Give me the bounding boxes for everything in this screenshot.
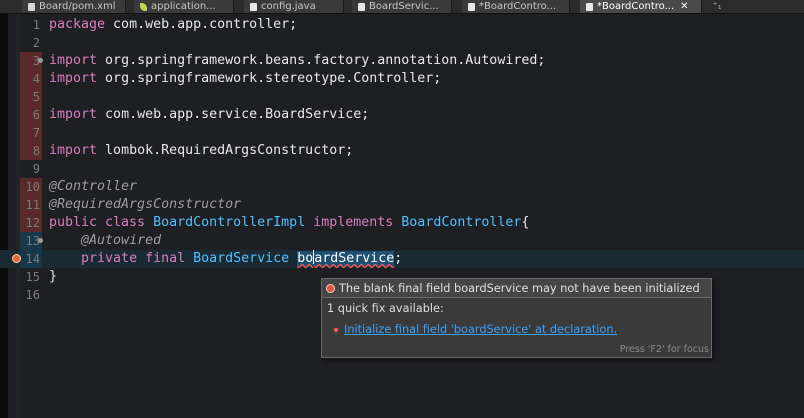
code-text: @Controller: [49, 178, 137, 196]
tooltip-header: The blank final field boardService may n…: [322, 279, 711, 298]
line-number: 1: [32, 18, 40, 32]
code-line: 10 @Controller: [0, 178, 804, 196]
fold-toggle-icon[interactable]: [38, 58, 43, 63]
code-text: package com.web.app.controller;: [49, 16, 297, 34]
keyword: private final: [81, 251, 186, 266]
tab-board-controller[interactable]: *BoardContro...: [462, 0, 570, 13]
code-token: org.springframework.stereotype.Controlle…: [97, 71, 442, 86]
editor-tab-strip: Board/pom.xml application... config.java…: [0, 0, 804, 14]
tab-board-service[interactable]: BoardServic...: [352, 0, 452, 13]
keyword: import: [49, 53, 98, 68]
java-file-icon: [468, 2, 475, 11]
code-token: org.springframework.beans.factory.annota…: [97, 53, 546, 68]
line-number: 8: [32, 144, 40, 158]
code-line: 11 @RequiredArgsConstructor: [0, 196, 804, 214]
java-file-icon: [586, 2, 593, 11]
code-text: @RequiredArgsConstructor: [49, 196, 241, 214]
tab-label: Board/pom.xml: [39, 1, 116, 12]
annotation: @Autowired: [81, 233, 162, 248]
annotation: @RequiredArgsConstructor: [49, 197, 242, 212]
tab-application[interactable]: application...: [134, 0, 234, 13]
code-text: import com.web.app.service.BoardService;: [49, 106, 369, 124]
line-number: 3: [32, 54, 40, 68]
identifier-part: bo: [297, 251, 314, 266]
fix-bullet-icon: [334, 327, 338, 332]
quick-fix-item[interactable]: Initialize final field 'boardService' at…: [334, 323, 617, 336]
quick-fix-tooltip[interactable]: The blank final field boardService may n…: [321, 278, 712, 358]
code-token: }: [49, 269, 58, 284]
code-token: {: [521, 215, 530, 230]
tab-label: *BoardContro...: [479, 1, 557, 12]
keyword: import: [49, 107, 98, 122]
tab-overflow-icon[interactable]: ⁺₁: [708, 0, 726, 13]
code-line: 8 import lombok.RequiredArgsConstructor;: [0, 142, 804, 160]
tab-label: config.java: [261, 1, 316, 12]
line-number: 15: [25, 270, 40, 284]
xml-file-icon: [28, 2, 35, 11]
tab-pom-xml[interactable]: Board/pom.xml: [22, 0, 126, 13]
code-line: 6 import com.web.app.service.BoardServic…: [0, 106, 804, 124]
code-line: 2: [0, 34, 804, 52]
code-line: 7: [0, 124, 804, 142]
identifier-part: ardService: [314, 251, 395, 266]
line-number: 9: [32, 162, 40, 176]
code-token: com.web.app.service.BoardService;: [97, 107, 370, 122]
tab-label: BoardServic...: [369, 1, 439, 12]
quick-fix-link[interactable]: Initialize final field 'boardService' at…: [344, 323, 617, 336]
code-text: import org.springframework.stereotype.Co…: [49, 70, 441, 88]
quick-fix-label: 1 quick fix available:: [327, 302, 444, 315]
line-number: 5: [32, 90, 40, 104]
error-marker-icon[interactable]: [12, 254, 21, 263]
line-number: 11: [25, 198, 40, 212]
line-number: 10: [25, 180, 40, 194]
code-line: 9: [0, 160, 804, 178]
java-file-icon: [250, 2, 257, 11]
code-text: import lombok.RequiredArgsConstructor;: [49, 142, 353, 160]
code-text: public class BoardControllerImpl impleme…: [49, 214, 529, 232]
tab-config-java[interactable]: config.java: [244, 0, 344, 13]
line-number: 7: [32, 126, 40, 140]
line-number: 13: [25, 234, 40, 248]
code-line: 1 package com.web.app.controller;: [0, 16, 804, 34]
annotation: @Controller: [49, 179, 138, 194]
error-message: The blank final field boardService may n…: [339, 281, 700, 295]
java-file-icon: [358, 2, 365, 11]
line-number: 12: [25, 216, 40, 230]
line-number: 2: [32, 36, 40, 50]
fold-toggle-icon[interactable]: [38, 238, 43, 243]
code-line-current: 14 private final BoardService boardServi…: [0, 250, 804, 268]
error-icon: [326, 283, 335, 293]
code-token: com.web.app.controller;: [105, 17, 298, 32]
tab-label: *BoardContro...: [597, 1, 675, 12]
line-number: 16: [25, 288, 40, 302]
keyword: public class: [49, 215, 146, 230]
code-token: ;: [394, 251, 403, 266]
code-line: 4 import org.springframework.stereotype.…: [0, 70, 804, 88]
keyword: implements: [313, 215, 394, 230]
spring-leaf-icon: [140, 2, 147, 11]
tab-board-controller-impl[interactable]: *BoardContro... ✕: [580, 0, 702, 13]
keyword: package: [49, 17, 106, 32]
keyword: import: [49, 71, 98, 86]
type-name: BoardService: [193, 251, 290, 266]
code-text: private final BoardService boardService;: [49, 250, 402, 268]
line-number: 6: [32, 108, 40, 122]
line-number: 4: [32, 72, 40, 86]
interface-name: BoardController: [401, 215, 522, 230]
code-text: @Autowired: [49, 232, 161, 250]
close-icon[interactable]: ✕: [680, 0, 688, 13]
tab-label: application...: [151, 1, 216, 12]
selected-identifier[interactable]: boardService: [297, 250, 395, 266]
keyword: import: [49, 143, 98, 158]
code-line: 5: [0, 88, 804, 106]
class-name: BoardControllerImpl: [153, 215, 306, 230]
tooltip-footer: Press 'F2' for focus: [619, 344, 709, 355]
code-line: 12 public class BoardControllerImpl impl…: [0, 214, 804, 232]
code-token: lombok.RequiredArgsConstructor;: [97, 143, 354, 158]
code-line: 13 @Autowired: [0, 232, 804, 250]
code-text: }: [49, 268, 57, 286]
code-line: 3 import org.springframework.beans.facto…: [0, 52, 804, 70]
code-text: import org.springframework.beans.factory…: [49, 52, 545, 70]
